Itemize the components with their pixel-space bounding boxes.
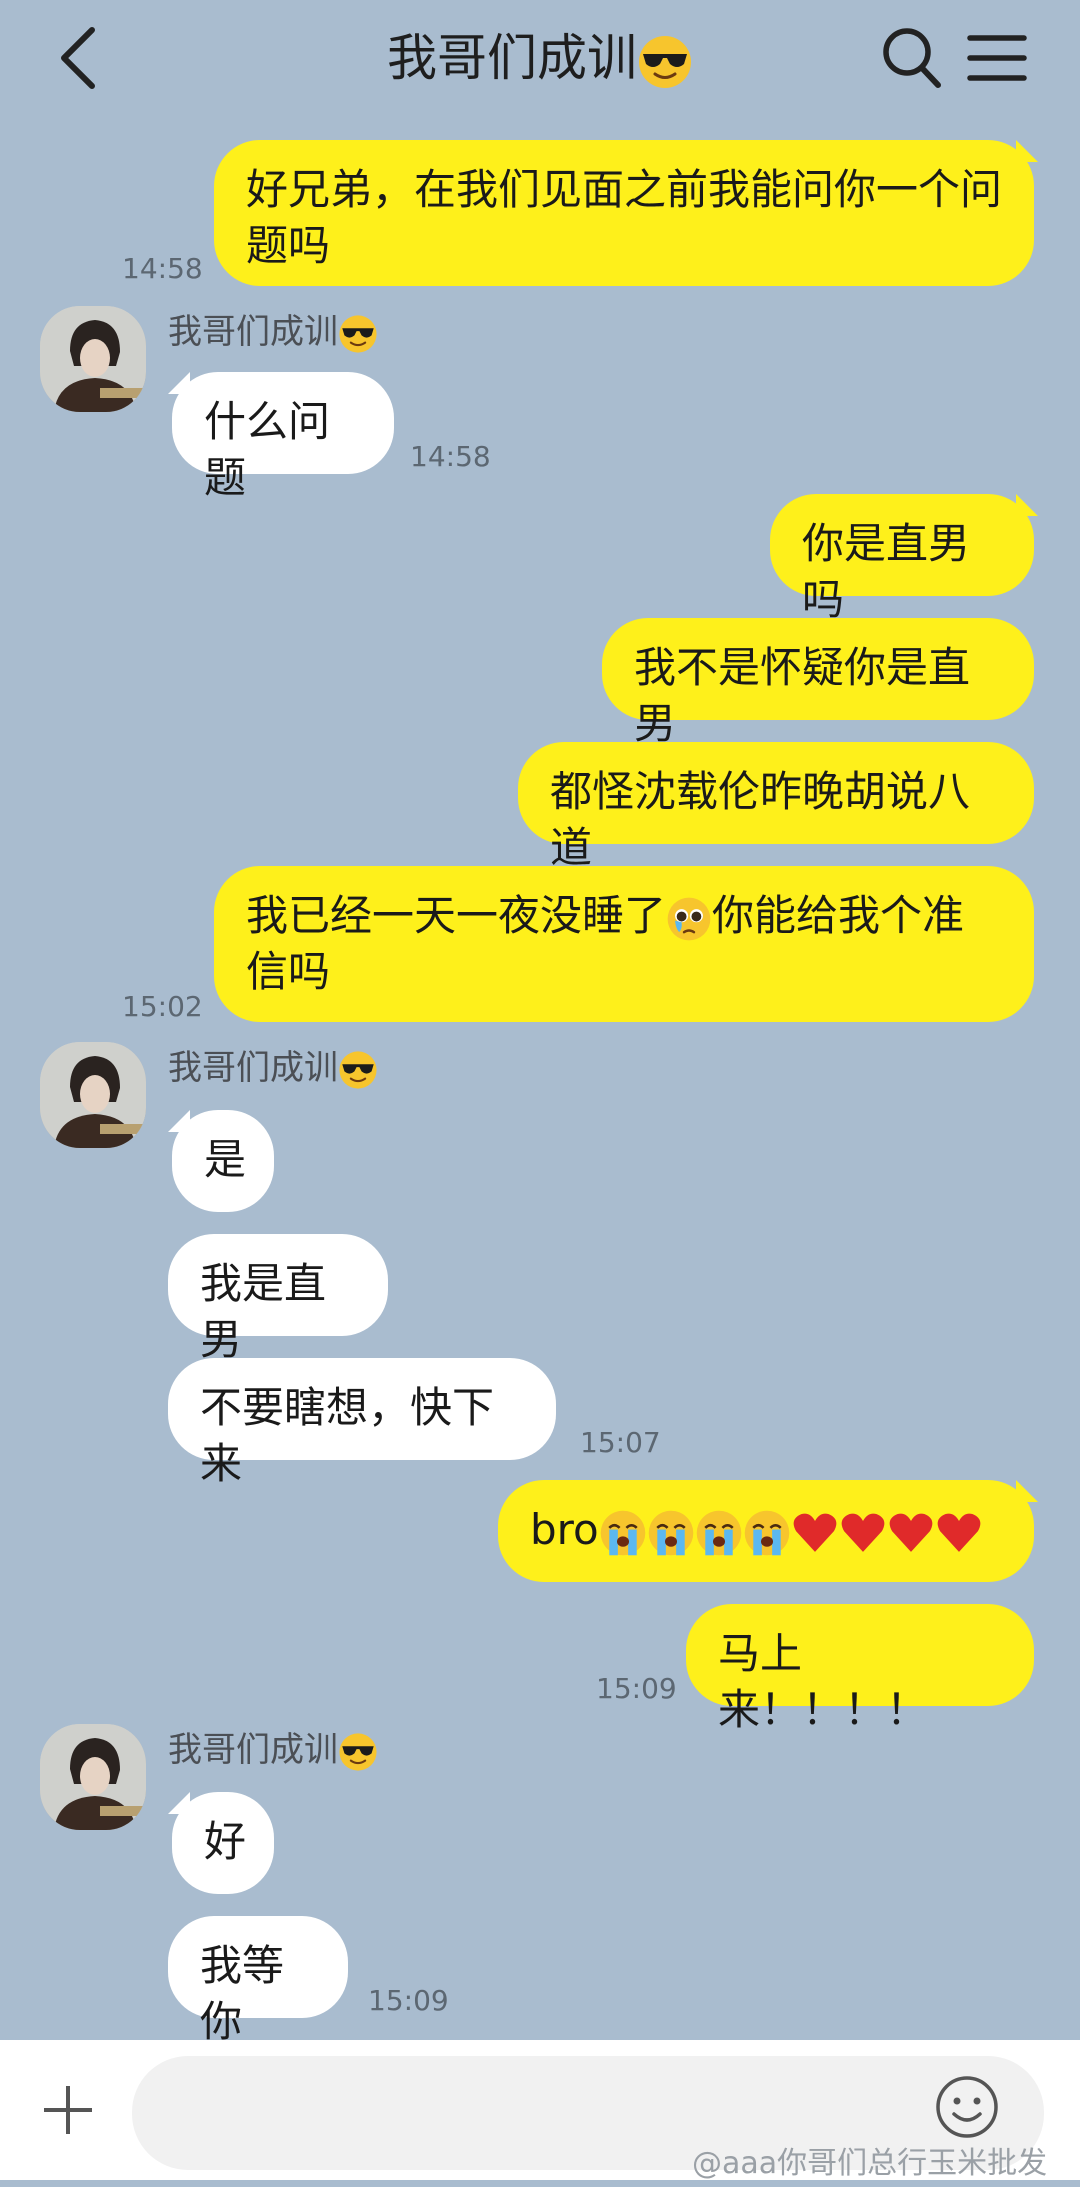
chat-title-text: 我哥们成训 xyxy=(387,29,637,87)
message-timestamp: 14:58 xyxy=(410,440,491,473)
message-text: 不要瞎想，快下来 xyxy=(200,1383,495,1488)
sender-name: 我哥们成训 xyxy=(168,310,378,354)
sender-name-text: 我哥们成训 xyxy=(168,312,338,352)
message-text: 我已经一天一夜没睡了 xyxy=(246,891,667,940)
bubble-tail xyxy=(168,1110,190,1132)
my-message-bubble[interactable]: 好兄弟，在我们见面之前我能问你一个问 题吗 xyxy=(214,140,1034,286)
message-timestamp: 14:58 xyxy=(122,252,203,285)
contact-avatar[interactable] xyxy=(40,1042,146,1148)
message-timestamp: 15:02 xyxy=(122,990,203,1023)
cool-emoji-icon xyxy=(339,314,377,353)
message-text: 好 xyxy=(204,1817,247,1866)
their-message-bubble[interactable]: 不要瞎想，快下来 xyxy=(168,1358,556,1488)
search-icon xyxy=(883,28,941,88)
their-message-bubble[interactable]: 我等你 xyxy=(168,1916,348,2046)
message-text: 我等你 xyxy=(200,1941,285,2046)
cool-emoji-icon xyxy=(639,35,691,88)
bubble-tail xyxy=(1016,494,1038,516)
message-text: 好兄弟，在我们见面之前我能问你一个问 xyxy=(246,165,1003,214)
message-line: bro xyxy=(530,1502,1002,1558)
my-message-bubble[interactable]: 都怪沈载伦昨晚胡说八道 xyxy=(518,742,1034,872)
heart-icon xyxy=(793,1513,837,1552)
bubble-tail xyxy=(1016,140,1038,162)
menu-button[interactable] xyxy=(966,28,1028,88)
message-text: 是 xyxy=(204,1135,247,1184)
sob-emoji-icon xyxy=(696,1510,741,1555)
avatar-image xyxy=(40,1724,146,1830)
message-text: 信吗 xyxy=(246,947,331,996)
message-text: 什么问题 xyxy=(204,397,331,502)
message-text: 我不是怀疑你是直男 xyxy=(634,643,971,748)
my-message-bubble[interactable]: bro xyxy=(498,1480,1034,1582)
plus-icon xyxy=(44,2086,92,2134)
search-button[interactable] xyxy=(880,24,944,92)
smiley-icon xyxy=(936,2076,998,2138)
message-line: 我已经一天一夜没睡了 你能给我个准 xyxy=(246,888,1002,944)
heart-icon xyxy=(889,1513,933,1552)
sob-emoji-icon xyxy=(648,1510,693,1555)
message-text: 都怪沈载伦昨晚胡说八道 xyxy=(550,767,971,872)
sender-name-text: 我哥们成训 xyxy=(168,1730,338,1770)
emoticon-button[interactable] xyxy=(934,2074,1000,2140)
cool-emoji-icon xyxy=(339,1732,377,1771)
sob-emoji-icon xyxy=(744,1510,789,1555)
message-timestamp: 15:09 xyxy=(596,1672,677,1705)
sender-name: 我哥们成训 xyxy=(168,1046,378,1090)
their-message-bubble[interactable]: 我是直男 xyxy=(168,1234,388,1364)
menu-icon xyxy=(967,35,1027,81)
my-message-bubble[interactable]: 我不是怀疑你是直男 xyxy=(602,618,1034,748)
heart-icon xyxy=(937,1513,981,1552)
message-text: 你能给我个准 xyxy=(712,891,965,940)
my-message-bubble[interactable]: 马上来！！！！ xyxy=(686,1604,1034,1734)
sob-emoji-icon xyxy=(600,1510,645,1555)
message-text: 我是直男 xyxy=(200,1259,327,1364)
message-timestamp: 15:09 xyxy=(368,1984,449,2017)
avatar-image xyxy=(40,1042,146,1148)
bubble-tail xyxy=(168,1792,190,1814)
message-timestamp: 15:07 xyxy=(580,1426,661,1459)
sender-name: 我哥们成训 xyxy=(168,1728,378,1772)
message-text: 马上来！！！！ xyxy=(718,1629,929,1734)
avatar-image xyxy=(40,306,146,412)
chat-header: 我哥们成训 xyxy=(0,0,1080,120)
watermark: @aaa你哥们总行玉米批发 xyxy=(692,2146,1048,2181)
attach-button[interactable] xyxy=(40,2082,96,2138)
their-message-bubble[interactable]: 什么问题 xyxy=(172,372,394,502)
contact-avatar[interactable] xyxy=(40,1724,146,1830)
bubble-tail xyxy=(1016,1480,1038,1502)
my-message-bubble[interactable]: 我已经一天一夜没睡了 你能给我个准 信吗 xyxy=(214,866,1034,1022)
message-text: 你是直男吗 xyxy=(802,519,971,624)
cool-emoji-icon xyxy=(339,1050,377,1089)
contact-avatar[interactable] xyxy=(40,306,146,412)
my-message-bubble[interactable]: 你是直男吗 xyxy=(770,494,1034,624)
heart-icon xyxy=(841,1513,885,1552)
message-text: 题吗 xyxy=(246,221,331,270)
pleading-emoji-icon xyxy=(667,897,711,940)
message-text: bro xyxy=(530,1505,599,1554)
sender-name-text: 我哥们成训 xyxy=(168,1048,338,1088)
bubble-tail xyxy=(168,372,190,394)
